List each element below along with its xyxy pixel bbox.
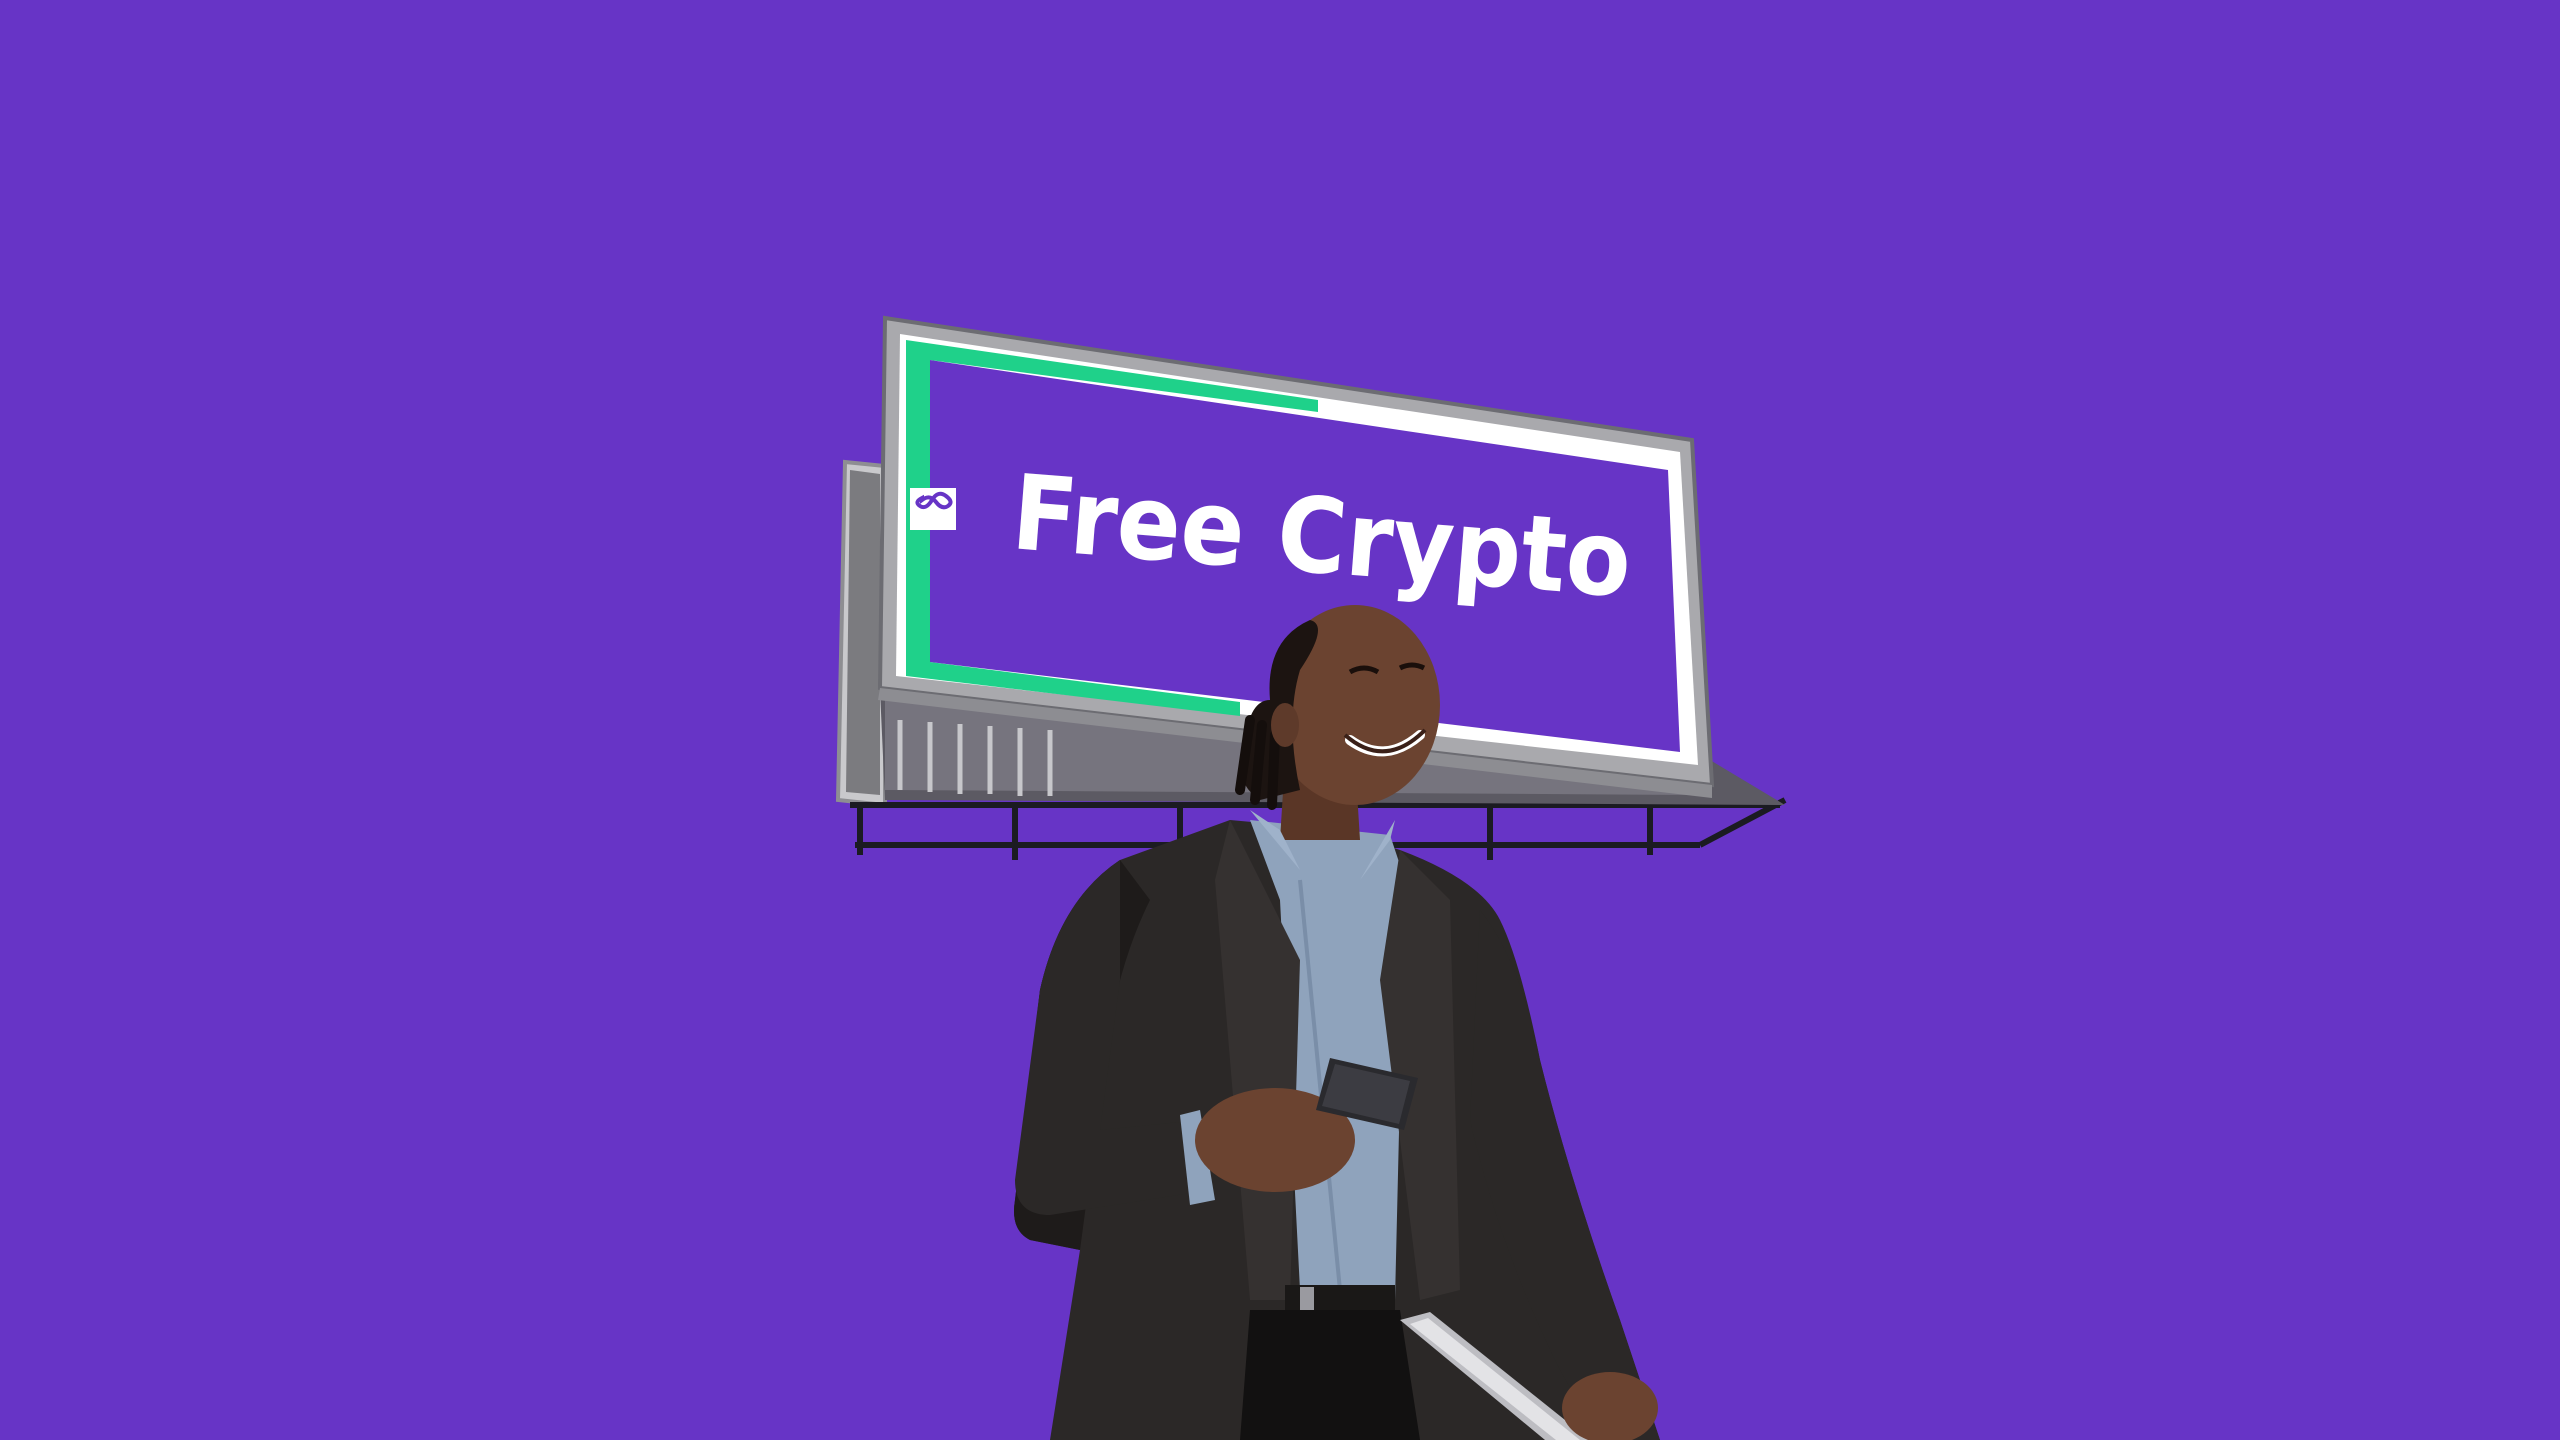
hero-illustration: Free Crypto (835, 315, 1787, 1440)
hero-scene: Free Crypto (0, 0, 2560, 1440)
infinity-link-icon (910, 488, 956, 530)
